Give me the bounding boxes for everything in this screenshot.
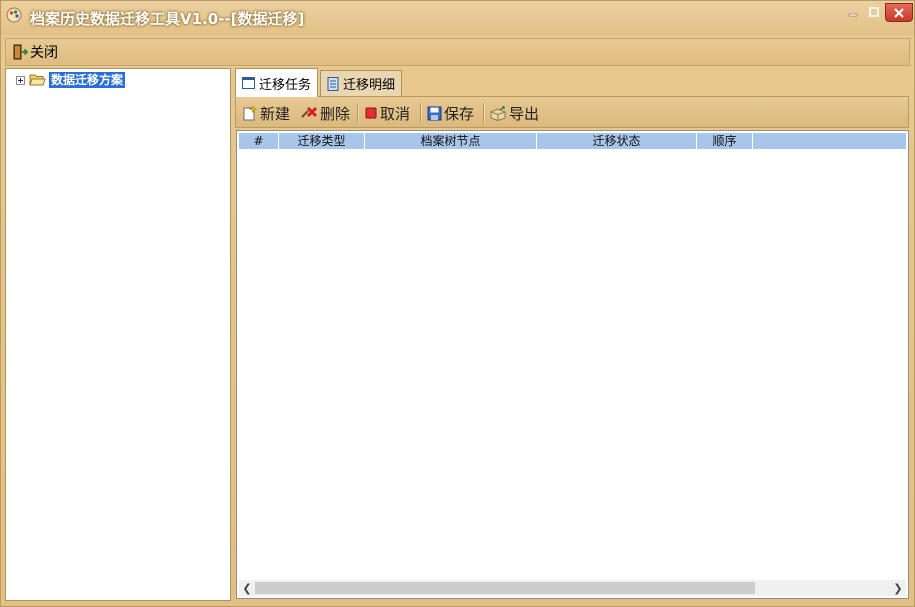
- tab-migration-details[interactable]: 迁移明细: [320, 70, 403, 96]
- column-header-node[interactable]: 档案树节点: [365, 133, 537, 149]
- column-header-filler: [753, 133, 906, 149]
- app-icon: [6, 7, 22, 23]
- column-header-order[interactable]: 顺序: [697, 133, 753, 149]
- tab-migration-tasks[interactable]: 迁移任务: [235, 68, 319, 97]
- scroll-thumb[interactable]: [255, 582, 755, 594]
- delete-x-icon: [301, 106, 318, 118]
- title-bar[interactable]: 档案历史数据迁移工具V1.0--[数据迁移]: [1, 1, 914, 35]
- menu-close-item[interactable]: 关闭: [10, 42, 60, 62]
- stop-icon: [365, 107, 377, 119]
- document-icon: [327, 76, 339, 91]
- close-window-button[interactable]: [885, 3, 913, 22]
- folder-open-icon: [29, 74, 46, 86]
- tree-label-root[interactable]: 数据迁移方案: [49, 72, 126, 88]
- save-label: 保存: [444, 104, 475, 123]
- window-title: 档案历史数据迁移工具V1.0--[数据迁移]: [30, 10, 305, 28]
- menu-close-label: 关闭: [30, 45, 58, 61]
- cancel-label: 取消: [380, 104, 411, 123]
- column-header-index[interactable]: #: [239, 133, 279, 149]
- menu-bar: 关闭: [5, 38, 910, 66]
- toolbar-separator: [483, 103, 484, 123]
- scroll-left-icon[interactable]: ❮: [239, 580, 255, 596]
- column-header-type[interactable]: 迁移类型: [279, 133, 365, 149]
- floppy-disk-icon: [427, 106, 442, 120]
- exit-door-icon: [13, 44, 28, 60]
- scroll-right-icon[interactable]: ❯: [890, 580, 906, 596]
- tab-label: 迁移任务: [259, 77, 312, 93]
- minimize-button[interactable]: [843, 3, 863, 21]
- cancel-button[interactable]: 取消: [364, 102, 410, 124]
- main-panel: 迁移任务 迁移明细 新建 删除 取消 保存 导出 # 迁移类型 档案树节点 迁移…: [233, 68, 911, 601]
- export-box-icon: [490, 105, 506, 121]
- toolbar-separator: [420, 103, 421, 123]
- maximize-icon: [869, 7, 879, 17]
- tree-expander-icon[interactable]: [16, 75, 25, 85]
- window-icon: [242, 77, 255, 89]
- column-header-status[interactable]: 迁移状态: [537, 133, 697, 149]
- new-label: 新建: [260, 104, 291, 123]
- tree-panel: 数据迁移方案: [5, 68, 231, 601]
- delete-button[interactable]: 删除: [300, 102, 350, 124]
- task-grid[interactable]: # 迁移类型 档案树节点 迁移状态 顺序 ❮ ❯: [236, 130, 909, 599]
- export-button[interactable]: 导出: [490, 102, 539, 124]
- maximize-button[interactable]: [864, 3, 884, 21]
- close-icon: [894, 7, 904, 18]
- app-window: 档案历史数据迁移工具V1.0--[数据迁移] 关闭 数据迁移方案 迁移任务 迁移…: [0, 0, 915, 607]
- new-button[interactable]: 新建: [242, 102, 290, 124]
- export-label: 导出: [509, 104, 540, 123]
- delete-label: 删除: [320, 104, 351, 123]
- tab-label: 迁移明细: [343, 78, 396, 93]
- save-button[interactable]: 保存: [427, 102, 474, 124]
- toolbar: 新建 删除 取消 保存 导出: [235, 96, 909, 128]
- horizontal-scrollbar[interactable]: ❮ ❯: [239, 580, 906, 596]
- minimize-icon: [848, 13, 858, 17]
- toolbar-separator: [357, 103, 358, 123]
- grid-header: # 迁移类型 档案树节点 迁移状态 顺序: [239, 133, 906, 149]
- new-document-icon: [243, 105, 258, 121]
- tree-node-root[interactable]: 数据迁移方案: [16, 71, 126, 89]
- tab-strip: 迁移任务 迁移明细: [233, 68, 911, 97]
